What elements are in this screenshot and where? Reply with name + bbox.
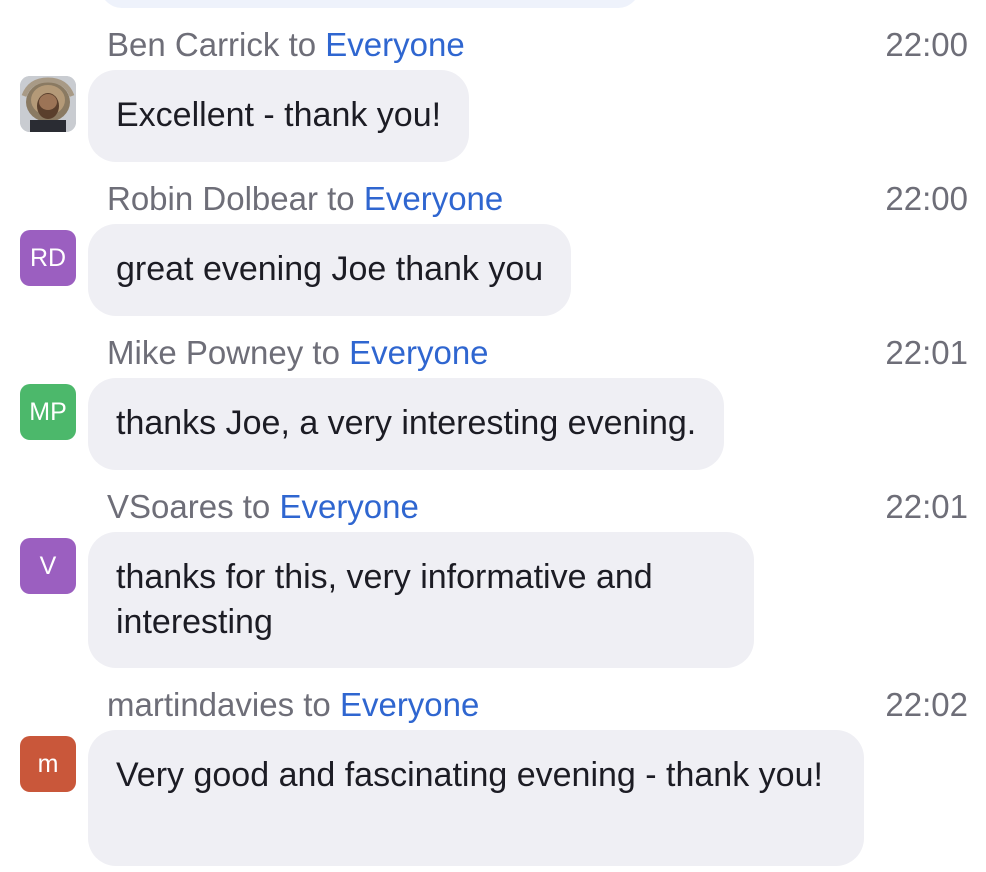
recipient-name[interactable]: Everyone bbox=[364, 180, 503, 217]
user-photo-icon bbox=[20, 76, 76, 132]
message-header: martindavies to Everyone bbox=[107, 685, 479, 725]
sender-name[interactable]: VSoares bbox=[107, 488, 234, 525]
message-bubble[interactable]: thanks Joe, a very interesting evening. bbox=[88, 378, 725, 470]
message-text: thanks for this, very informative and in… bbox=[116, 558, 653, 641]
recipient-name[interactable]: Everyone bbox=[325, 26, 464, 63]
sender-name[interactable]: Ben Carrick bbox=[107, 26, 279, 63]
avatar-initials: m bbox=[37, 750, 59, 778]
message-time: 22:00 bbox=[885, 180, 968, 217]
message-time: 22:02 bbox=[885, 686, 968, 723]
message-bubble[interactable]: Excellent - thank you! bbox=[88, 70, 470, 162]
message-header: Robin Dolbear to Everyone bbox=[107, 179, 503, 219]
message-header: Mike Powney to Everyone bbox=[107, 333, 489, 373]
recipient-name[interactable]: Everyone bbox=[340, 686, 479, 723]
message-text: Very good and fascinating evening - than… bbox=[116, 756, 823, 794]
avatar[interactable] bbox=[20, 76, 76, 132]
avatar[interactable]: RD bbox=[20, 230, 76, 286]
message-text: thanks Joe, a very interesting evening. bbox=[116, 404, 697, 442]
recipient-name[interactable]: Everyone bbox=[279, 488, 418, 525]
message-bubble[interactable]: thanks for this, very informative and in… bbox=[88, 532, 754, 668]
avatar[interactable]: V bbox=[20, 538, 76, 594]
message-time: 22:01 bbox=[885, 334, 968, 371]
avatar-initials: V bbox=[39, 552, 57, 580]
message-bubble[interactable]: great evening Joe thank you bbox=[88, 224, 572, 316]
to-label: to bbox=[312, 334, 340, 371]
previous-message-bubble bbox=[100, 0, 640, 8]
to-label: to bbox=[288, 26, 317, 63]
message-header: VSoares to Everyone bbox=[107, 487, 419, 527]
sender-name[interactable]: martindavies bbox=[107, 686, 294, 723]
message-time: 22:00 bbox=[885, 26, 968, 63]
message-bubble[interactable]: Very good and fascinating evening - than… bbox=[88, 730, 864, 866]
sender-name[interactable]: Robin Dolbear bbox=[107, 180, 318, 217]
avatar[interactable]: m bbox=[20, 736, 76, 792]
to-label: to bbox=[303, 686, 331, 723]
chat-message-list[interactable]: Ben Carrick to Everyone 22:00 Excellent … bbox=[0, 0, 986, 872]
avatar-initials: MP bbox=[29, 398, 67, 426]
to-label: to bbox=[327, 180, 355, 217]
message-header: Ben Carrick to Everyone bbox=[107, 25, 465, 65]
message-text: great evening Joe thank you bbox=[116, 250, 544, 288]
recipient-name[interactable]: Everyone bbox=[349, 334, 488, 371]
avatar-initials: RD bbox=[29, 244, 67, 272]
message-time: 22:01 bbox=[885, 488, 968, 525]
to-label: to bbox=[242, 488, 271, 525]
message-text: Excellent - thank you! bbox=[116, 96, 442, 134]
avatar[interactable]: MP bbox=[20, 384, 76, 440]
sender-name[interactable]: Mike Powney bbox=[107, 334, 303, 371]
